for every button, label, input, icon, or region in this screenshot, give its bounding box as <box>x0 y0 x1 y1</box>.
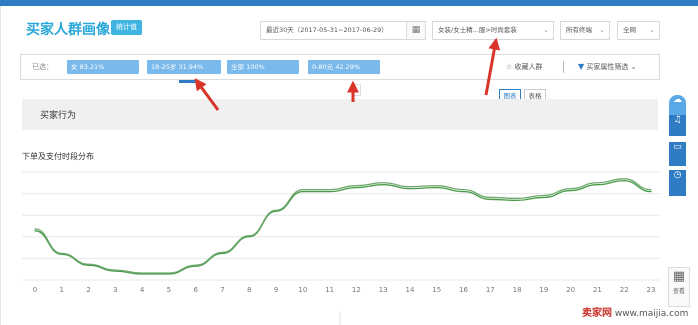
watermark-url: www.maijia.com <box>614 309 689 319</box>
cloud-icon[interactable]: ☁ <box>669 95 686 115</box>
clock-icon[interactable]: ◷ <box>669 170 686 196</box>
watermark: 卖家网 www.maijia.com <box>582 304 688 319</box>
watermark-brand: 卖家网 <box>582 308 612 319</box>
view-panel-label: 查看 <box>672 288 685 295</box>
view-panel-button[interactable]: ▦ 查看 <box>668 267 690 307</box>
arrow-age-annotation <box>194 78 220 111</box>
arrow-category-annotation <box>484 37 501 96</box>
annotation-arrows <box>194 37 501 111</box>
grid-icon: ▦ <box>672 269 686 284</box>
chat-icon[interactable]: ▭ <box>669 142 686 166</box>
bell-icon[interactable]: ♫ <box>669 115 686 136</box>
